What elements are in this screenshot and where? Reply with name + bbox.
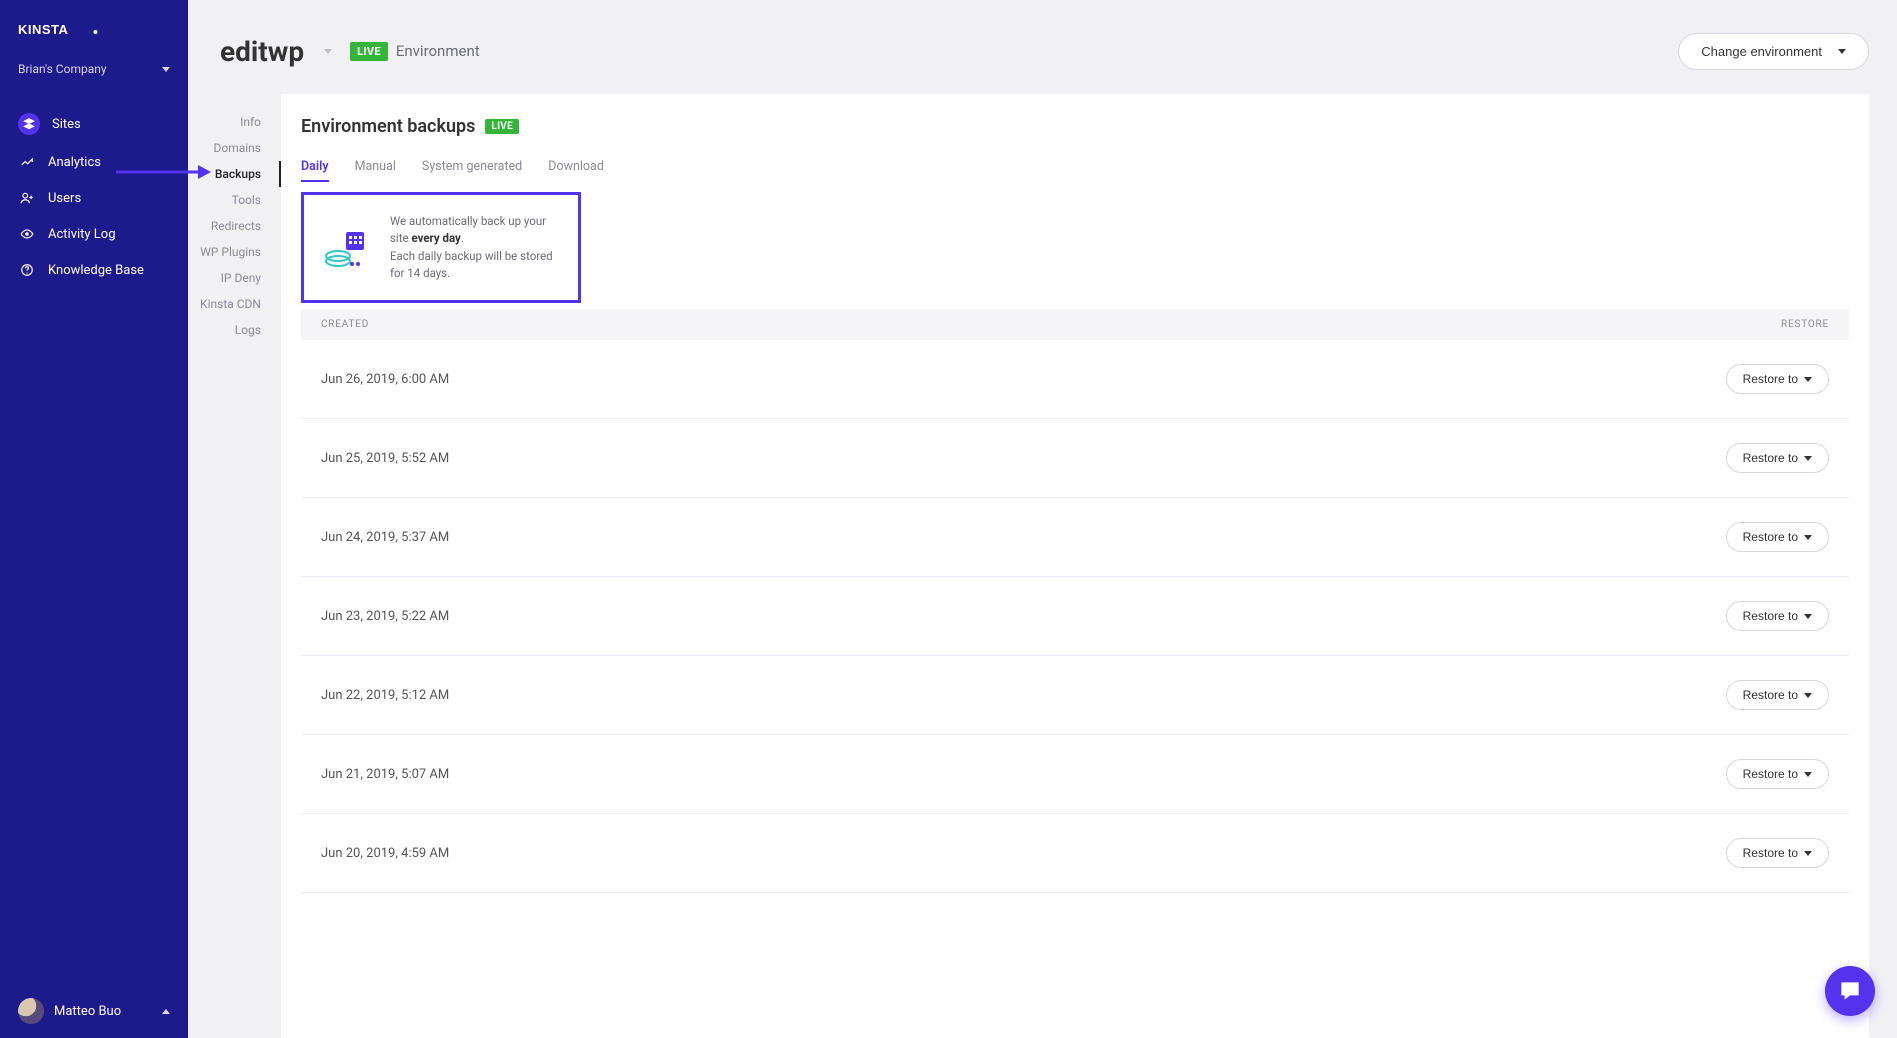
user-plus-icon (18, 189, 36, 207)
restore-to-button[interactable]: Restore to (1726, 601, 1829, 631)
user-name: Matteo Buo (54, 1004, 121, 1019)
chat-bubble-icon (1837, 978, 1863, 1004)
site-nav-item-backups[interactable]: Backups (188, 161, 281, 187)
company-label: Brian's Company (18, 62, 107, 76)
chevron-down-icon (162, 67, 170, 72)
restore-to-label: Restore to (1743, 846, 1798, 860)
restore-to-button[interactable]: Restore to (1726, 759, 1829, 789)
backup-created-at: Jun 21, 2019, 5:07 AM (321, 767, 449, 782)
info-box: We automatically back up your site every… (301, 192, 581, 303)
nav-item-label: Users (48, 191, 81, 206)
tab-download[interactable]: Download (548, 159, 604, 182)
eye-icon (18, 225, 36, 243)
site-nav-item-wp-plugins[interactable]: WP Plugins (188, 239, 281, 265)
trend-icon (18, 153, 36, 171)
col-header-restore: RESTORE (1781, 319, 1829, 330)
kinsta-wordmark-icon: KINSTA (18, 18, 108, 42)
svg-text:KINSTA: KINSTA (18, 22, 69, 37)
site-nav-item-ip-deny[interactable]: IP Deny (188, 265, 281, 291)
avatar (18, 998, 44, 1024)
backup-created-at: Jun 23, 2019, 5:22 AM (321, 609, 449, 624)
backup-row: Jun 21, 2019, 5:07 AM Restore to (301, 735, 1849, 814)
nav-item-label: Analytics (48, 155, 101, 170)
tab-daily[interactable]: Daily (301, 159, 329, 182)
chevron-down-icon (1804, 693, 1812, 698)
site-header: editwp LIVE Environment Change environme… (220, 26, 1869, 76)
chevron-down-icon (1804, 851, 1812, 856)
site-subnav: InfoDomainsBackupsToolsRedirectsWP Plugi… (188, 94, 281, 343)
main-panel: Environment backups LIVE Daily Manual Syst… (281, 94, 1869, 1038)
site-title: editwp (220, 35, 304, 68)
panel-env-badge: LIVE (485, 119, 519, 134)
site-nav-item-tools[interactable]: Tools (188, 187, 281, 213)
backup-schedule-icon (324, 226, 368, 270)
backup-tabs: Daily Manual System generated Download (301, 159, 1849, 182)
tab-system-generated[interactable]: System generated (422, 159, 522, 182)
restore-to-label: Restore to (1743, 451, 1798, 465)
restore-to-button[interactable]: Restore to (1726, 522, 1829, 552)
nav-item-label: Sites (52, 117, 81, 132)
backup-row: Jun 26, 2019, 6:00 AM Restore to (301, 340, 1849, 419)
nav-item-activity-log[interactable]: Activity Log (0, 216, 188, 252)
backup-row: Jun 20, 2019, 4:59 AM Restore to (301, 814, 1849, 893)
change-environment-button[interactable]: Change environment (1678, 33, 1869, 70)
env-badge: LIVE (350, 42, 388, 61)
nav-item-knowledge-base[interactable]: Knowledge Base (0, 252, 188, 288)
company-picker[interactable]: Brian's Company (0, 52, 188, 94)
panel-title: Environment backups (301, 116, 475, 137)
restore-to-label: Restore to (1743, 609, 1798, 623)
site-title-chevron-icon[interactable] (324, 49, 332, 54)
site-nav-item-logs[interactable]: Logs (188, 317, 281, 343)
restore-to-label: Restore to (1743, 530, 1798, 544)
site-nav-item-domains[interactable]: Domains (188, 135, 281, 161)
restore-to-button[interactable]: Restore to (1726, 364, 1829, 394)
chevron-down-icon (1804, 535, 1812, 540)
backup-row: Jun 23, 2019, 5:22 AM Restore to (301, 577, 1849, 656)
chevron-down-icon (1804, 456, 1812, 461)
layers-icon (18, 113, 40, 135)
restore-to-label: Restore to (1743, 767, 1798, 781)
nav-item-label: Activity Log (48, 227, 116, 242)
site-nav-item-info[interactable]: Info (188, 109, 281, 135)
chevron-down-icon (1804, 377, 1812, 382)
nav-item-analytics[interactable]: Analytics (0, 144, 188, 180)
backup-row: Jun 22, 2019, 5:12 AM Restore to (301, 656, 1849, 735)
nav-item-label: Knowledge Base (48, 263, 144, 278)
backup-row: Jun 25, 2019, 5:52 AM Restore to (301, 419, 1849, 498)
chat-button[interactable] (1825, 966, 1875, 1016)
restore-to-label: Restore to (1743, 372, 1798, 386)
help-icon (18, 261, 36, 279)
backup-created-at: Jun 25, 2019, 5:52 AM (321, 451, 449, 466)
nav-item-users[interactable]: Users (0, 180, 188, 216)
chevron-down-icon (1804, 772, 1812, 777)
env-label: Environment (396, 42, 480, 60)
backup-created-at: Jun 24, 2019, 5:37 AM (321, 530, 449, 545)
restore-to-button[interactable]: Restore to (1726, 443, 1829, 473)
restore-to-button[interactable]: Restore to (1726, 838, 1829, 868)
nav-item-sites[interactable]: Sites (0, 104, 188, 144)
tab-manual[interactable]: Manual (355, 159, 396, 182)
col-header-created: CREATED (321, 319, 369, 330)
backup-created-at: Jun 26, 2019, 6:00 AM (321, 372, 449, 387)
backup-created-at: Jun 22, 2019, 5:12 AM (321, 688, 449, 703)
user-footer[interactable]: Matteo Buo (0, 984, 188, 1038)
change-env-label: Change environment (1701, 44, 1822, 59)
primary-nav: KINSTA Brian's Company Sites Analytics Use… (0, 0, 188, 1038)
restore-to-label: Restore to (1743, 688, 1798, 702)
backup-row: Jun 24, 2019, 5:37 AM Restore to (301, 498, 1849, 577)
chevron-up-icon (162, 1009, 170, 1014)
site-nav-item-redirects[interactable]: Redirects (188, 213, 281, 239)
info-text: We automatically back up your site every… (390, 213, 558, 282)
chevron-down-icon (1804, 614, 1812, 619)
backup-table: CREATED RESTORE Jun 26, 2019, 6:00 AM Res… (301, 309, 1849, 893)
chevron-down-icon (1838, 49, 1846, 54)
site-nav-item-kinsta-cdn[interactable]: Kinsta CDN (188, 291, 281, 317)
restore-to-button[interactable]: Restore to (1726, 680, 1829, 710)
brand-logo[interactable]: KINSTA (0, 0, 188, 52)
backup-created-at: Jun 20, 2019, 4:59 AM (321, 846, 449, 861)
